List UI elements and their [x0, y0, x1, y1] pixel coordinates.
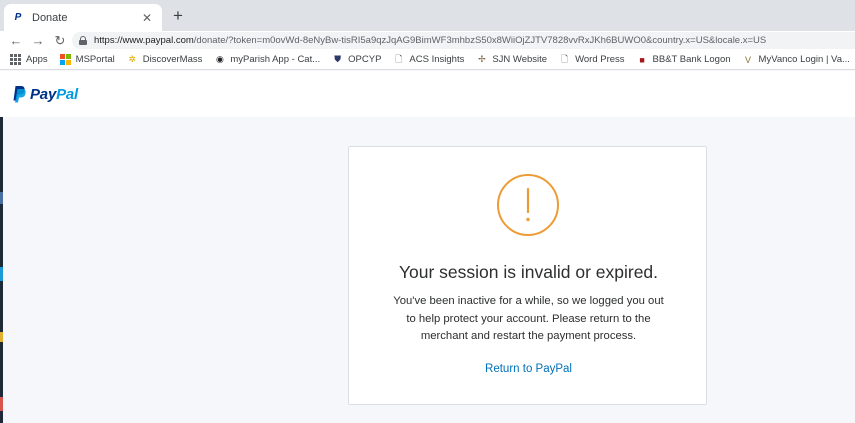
paypal-p-icon: [13, 86, 26, 103]
cross-icon: ✢: [478, 54, 486, 64]
bookmark-label: MyVanco Login | Va...: [758, 54, 850, 65]
bookmarks-bar: Apps MSPortal ✲ DiscoverMass ◉ myParish App -…: [0, 50, 855, 70]
bookmark-opcyp[interactable]: ⛊ OPCYP: [332, 54, 381, 65]
page-header: PayPal: [0, 71, 855, 117]
tab-donate[interactable]: P Donate ✕: [4, 4, 162, 31]
bookmark-msportal[interactable]: MSPortal: [59, 54, 115, 65]
bookmark-myvanco-login-va[interactable]: V MyVanco Login | Va...: [743, 54, 850, 65]
bookmark-word-press[interactable]: 🗋 Word Press: [559, 53, 625, 66]
return-to-paypal-link[interactable]: Return to PayPal: [349, 363, 708, 375]
bookmark-label: OPCYP: [348, 54, 382, 65]
paypal-logo[interactable]: PayPal: [12, 85, 78, 103]
microsoft-icon: [59, 54, 71, 65]
bookmark-bb-t-bank-logon[interactable]: ■ BB&T Bank Logon: [637, 54, 731, 65]
browser-toolbar: ← → ↻ https://www.paypal.com/donate/?tok…: [0, 31, 855, 50]
paypal-wordmark: PayPal: [30, 85, 79, 103]
url-host: https://www.paypal.com: [94, 35, 194, 46]
bookmark-apps[interactable]: Apps: [10, 54, 48, 65]
url-path: /donate/?token=m0ovWd-8eNyBw-tisRI5a9qzJ…: [193, 35, 767, 46]
bookmark-label: Word Press: [575, 54, 625, 65]
bank-icon: ■: [639, 54, 645, 65]
parish-icon: ◉: [215, 54, 224, 64]
bookmark-label: myParish App - Cat...: [230, 54, 321, 65]
apps-grid-icon: [10, 54, 21, 65]
address-bar[interactable]: https://www.paypal.com/donate/?token=m0o…: [72, 32, 855, 49]
lock-icon[interactable]: [79, 36, 87, 45]
forward-arrow-icon[interactable]: →: [27, 31, 49, 50]
bookmark-label: MSPortal: [75, 54, 115, 65]
reload-icon[interactable]: ↻: [49, 31, 71, 50]
bookmark-discovermass[interactable]: ✲ DiscoverMass: [127, 54, 203, 65]
vanco-icon: V: [745, 54, 752, 65]
window-edge: [0, 117, 3, 423]
error-title: Your session is invalid or expired.: [398, 262, 659, 282]
paypal-favicon-icon: P: [14, 12, 22, 23]
bookmark-acs-insights[interactable]: 🗋 ACS Insights: [393, 53, 465, 66]
tab-strip: P Donate ✕ +: [0, 0, 855, 31]
exclamation-circle-icon: [497, 174, 559, 236]
flower-icon: ✲: [128, 54, 136, 64]
bookmark-label: ACS Insights: [409, 54, 465, 65]
page-icon: 🗋: [395, 53, 403, 64]
bookmark-label: SJN Website: [492, 54, 548, 65]
new-tab-button[interactable]: +: [169, 7, 187, 25]
bookmark-myparish-app-cat[interactable]: ◉ myParish App - Cat...: [214, 54, 320, 65]
session-expired-card: Your session is invalid or expired. You'…: [348, 146, 707, 405]
shield-icon: ⛊: [334, 54, 342, 64]
close-tab-icon[interactable]: ✕: [140, 11, 154, 25]
bookmark-label: BB&T Bank Logon: [652, 54, 731, 65]
bookmark-label: Apps: [26, 54, 48, 65]
bookmark-sjn-website[interactable]: ✢ SJN Website: [476, 54, 547, 65]
tab-title: Donate: [32, 11, 68, 24]
bookmark-label: DiscoverMass: [142, 54, 203, 65]
error-message: You've been inactive for a while, so we …: [393, 295, 664, 342]
back-arrow-icon[interactable]: ←: [5, 31, 27, 50]
page-icon: 🗋: [560, 53, 569, 64]
